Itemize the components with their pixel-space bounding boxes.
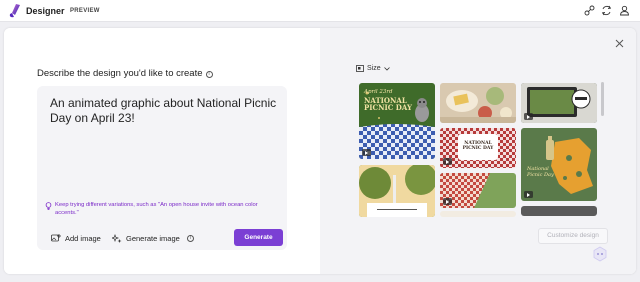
design-thumbnail-7[interactable] — [359, 165, 435, 217]
prompt-heading-text: Describe the design you'd like to create — [37, 68, 203, 79]
animated-badge-icon — [443, 198, 452, 205]
design-thumbnail-8[interactable] — [521, 206, 597, 216]
customize-design-button[interactable]: Customize design — [538, 228, 608, 244]
resize-icon — [356, 65, 364, 72]
animated-badge-icon — [443, 158, 452, 165]
generate-image-button[interactable]: Generate image i — [112, 234, 194, 243]
animated-badge-icon — [362, 149, 371, 156]
design-thumbnail-9[interactable] — [440, 211, 516, 217]
designer-card: Describe the design you'd like to create… — [4, 28, 636, 274]
design-thumbnail-2[interactable] — [440, 83, 516, 123]
design-5-line-2: Picnic Day — [527, 172, 554, 178]
animated-badge-icon — [524, 113, 533, 120]
designs-scrollbar[interactable] — [601, 82, 604, 116]
design-thumbnail-6[interactable] — [440, 173, 516, 208]
design-thumbnail-1[interactable]: April 23rd NATIONAL PICNIC DAY — [359, 83, 435, 159]
prompt-text[interactable]: An animated graphic about National Picni… — [50, 96, 280, 126]
size-label: Size — [367, 65, 381, 72]
copilot-helper-icon[interactable] — [591, 246, 609, 264]
sparkle-icon — [112, 234, 122, 243]
lightbulb-icon — [45, 202, 52, 210]
design-1-line-1: April 23rd — [364, 89, 393, 95]
share-icon[interactable] — [584, 5, 595, 16]
sync-icon[interactable] — [601, 5, 612, 16]
prompt-textarea[interactable]: An animated graphic about National Picni… — [37, 86, 287, 250]
design-thumbnail-5[interactable]: National Picnic Day — [521, 128, 597, 201]
tip-text: Keep trying different variations, such a… — [55, 202, 258, 216]
design-1-title: April 23rd NATIONAL PICNIC DAY — [364, 89, 412, 111]
park-trees-illustration — [359, 165, 435, 217]
design-1-line-3: PICNIC DAY — [364, 103, 412, 112]
tip-message: Keep trying different variations, such a… — [45, 202, 277, 217]
food-spread-illustration — [440, 87, 516, 123]
info-icon[interactable]: i — [205, 71, 213, 78]
design-4-title: NATIONAL PICNIC DAY — [458, 141, 498, 151]
design-thumbnail-4[interactable]: NATIONAL PICNIC DAY — [440, 128, 516, 168]
generate-image-info-icon[interactable]: i — [186, 235, 194, 242]
top-bar: Designer PREVIEW — [0, 0, 640, 22]
app-brand: Designer — [26, 6, 65, 16]
size-dropdown[interactable]: Size — [356, 65, 390, 72]
prompt-pane: Describe the design you'd like to create… — [4, 28, 320, 274]
picnic-map-illustration — [546, 136, 593, 194]
add-image-icon — [51, 234, 61, 242]
close-icon[interactable] — [615, 39, 624, 48]
design-thumbnail-3[interactable] — [521, 83, 597, 123]
generate-button[interactable]: Generate — [234, 229, 283, 246]
designs-pane: Size April 23rd NATIONAL PICNIC DAY NATI… — [320, 28, 636, 274]
generate-image-label: Generate image — [126, 234, 180, 243]
add-image-button[interactable]: Add image — [51, 234, 101, 243]
chevron-down-icon — [383, 66, 390, 71]
animated-badge-icon — [524, 191, 533, 198]
prompt-heading: Describe the design you'd like to create… — [37, 68, 213, 79]
designer-logo-icon — [9, 4, 20, 18]
person-icon[interactable] — [619, 5, 630, 16]
preview-badge: PREVIEW — [70, 8, 100, 14]
design-5-title: National Picnic Day — [527, 166, 554, 178]
add-image-label: Add image — [65, 234, 101, 243]
design-4-line-2: PICNIC DAY — [462, 146, 494, 151]
